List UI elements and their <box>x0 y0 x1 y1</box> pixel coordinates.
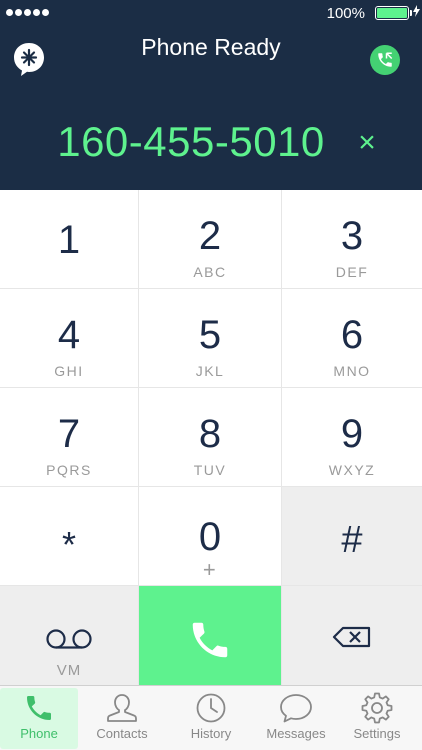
speech-bubble-icon <box>280 694 312 723</box>
key-3[interactable]: 3 DEF <box>282 190 422 288</box>
voicemail-icon <box>46 629 92 649</box>
key-plus: + <box>202 557 218 582</box>
header-panel: 100% Phone Ready 160-455-5010 × <box>0 0 422 190</box>
tab-bar: Phone Contacts History Messages Settings <box>0 685 422 750</box>
key-letters: JKL <box>195 363 225 379</box>
key-letters: PQRS <box>46 462 92 478</box>
key-star[interactable]: * <box>0 487 138 585</box>
tab-messages[interactable]: Messages <box>257 688 335 749</box>
backspace-button[interactable] <box>282 586 422 685</box>
tab-label: Contacts <box>96 726 148 741</box>
key-9[interactable]: 9 WXYZ <box>282 388 422 486</box>
key-digit: 0 <box>198 515 222 559</box>
clear-number-button[interactable]: × <box>352 126 382 160</box>
key-digit: 4 <box>57 313 81 357</box>
key-digit: 9 <box>340 412 364 456</box>
tab-phone[interactable]: Phone <box>0 688 78 749</box>
key-letters: ABC <box>193 264 227 280</box>
key-5[interactable]: 5 JKL <box>139 289 281 387</box>
key-digit: 5 <box>198 313 222 357</box>
key-digit: 2 <box>198 214 222 258</box>
key-letters: MNO <box>333 363 371 379</box>
tab-settings[interactable]: Settings <box>338 688 416 749</box>
dial-pad: 1 2 ABC 3 DEF 4 GHI 5 JKL 6 MNO 7 PQRS 8… <box>0 190 422 685</box>
tab-history[interactable]: History <box>172 688 250 749</box>
key-1[interactable]: 1 <box>0 190 138 288</box>
charging-icon <box>413 5 420 17</box>
voicemail-label: VM <box>56 662 82 679</box>
phone-icon <box>27 696 51 720</box>
call-button[interactable] <box>139 586 281 685</box>
key-hash[interactable]: # <box>282 487 422 585</box>
key-letters: WXYZ <box>328 462 376 478</box>
gear-icon <box>361 692 393 724</box>
key-letters: TUV <box>193 462 227 478</box>
callback-button[interactable] <box>370 45 400 75</box>
key-letters: GHI <box>54 363 84 379</box>
key-6[interactable]: 6 MNO <box>282 289 422 387</box>
key-2[interactable]: 2 ABC <box>139 190 281 288</box>
key-digit: 7 <box>57 412 81 456</box>
tab-label: Messages <box>266 726 326 741</box>
key-digit: 8 <box>198 412 222 456</box>
key-digit: 6 <box>340 313 364 357</box>
page-title: Phone Ready <box>141 34 281 60</box>
battery-icon <box>375 6 412 20</box>
dialed-number: 160-455-5010 <box>57 118 325 165</box>
key-letters: DEF <box>335 264 369 280</box>
tab-contacts[interactable]: Contacts <box>83 688 161 749</box>
contacts-icon <box>107 694 137 722</box>
phone-icon <box>192 622 228 658</box>
tab-label: Settings <box>353 726 401 741</box>
key-0[interactable]: 0 + <box>139 487 281 585</box>
key-digit: 1 <box>57 218 81 262</box>
backspace-icon <box>332 626 371 648</box>
key-digit: 3 <box>340 214 364 258</box>
tab-label: History <box>190 726 232 741</box>
key-digit: * <box>61 524 76 565</box>
signal-strength-icon <box>6 9 49 16</box>
status-bar: 100% <box>0 0 422 26</box>
tab-label: Phone <box>20 726 58 741</box>
clock-icon <box>196 693 226 723</box>
key-7[interactable]: 7 PQRS <box>0 388 138 486</box>
battery-percent: 100% <box>326 5 365 22</box>
key-4[interactable]: 4 GHI <box>0 289 138 387</box>
key-8[interactable]: 8 TUV <box>139 388 281 486</box>
phone-callback-icon <box>378 52 393 67</box>
key-digit: # <box>341 519 363 561</box>
voicemail-button[interactable]: VM <box>0 586 138 685</box>
